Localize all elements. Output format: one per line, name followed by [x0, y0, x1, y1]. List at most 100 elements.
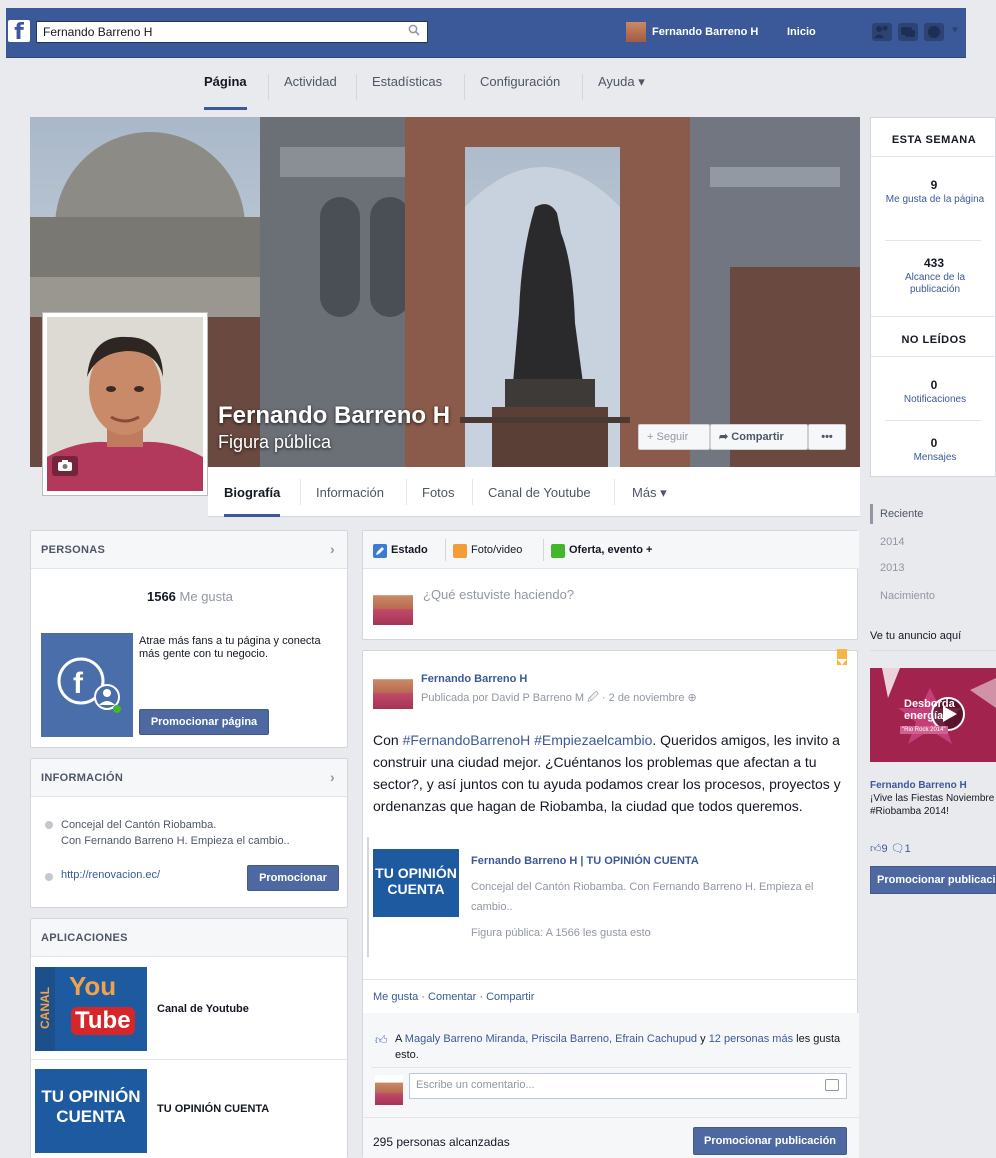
share-button[interactable]: ➦ Compartir: [710, 424, 808, 450]
more-options-button[interactable]: •••: [808, 424, 846, 450]
year-2013[interactable]: 2013: [880, 562, 904, 574]
home-link[interactable]: Inicio: [787, 26, 816, 38]
page-title: Fernando Barreno H: [218, 402, 451, 429]
likers-prefix: A: [395, 1033, 402, 1045]
shared-thumb-text: CUENTA: [387, 881, 445, 897]
chevron-right-icon[interactable]: ›: [330, 541, 335, 557]
year-selector-indicator: [870, 504, 873, 524]
year-reciente[interactable]: Reciente: [880, 508, 923, 520]
promote-page-text: Atrae más fans a tu página y conecta más…: [139, 635, 321, 660]
ad-image[interactable]: Desborda energía "Rio Rock 2014": [870, 668, 996, 762]
divider: [871, 356, 996, 357]
tab-ayuda[interactable]: Ayuda ▾: [598, 74, 645, 110]
thumbs-up-icon: 👍︎: [870, 843, 882, 855]
tab-mas[interactable]: Más ▾: [632, 485, 667, 517]
search-icon[interactable]: [408, 24, 422, 38]
ad-preview-heading: Ve tu anuncio aquí: [870, 630, 962, 642]
share-action[interactable]: Compartir: [486, 991, 534, 1003]
tab-configuracion[interactable]: Configuración: [480, 74, 560, 110]
promote-page-button[interactable]: Promocionar página: [139, 709, 269, 735]
tab-estadisticas[interactable]: Estadísticas: [372, 74, 442, 110]
composer-input[interactable]: ¿Qué estuviste haciendo?: [423, 587, 574, 602]
post-publisher: Publicada por David P Barreno M: [421, 692, 585, 704]
post-author-avatar[interactable]: [373, 669, 413, 709]
shared-link-thumbnail[interactable]: TU OPINIÓN CUENTA: [373, 849, 459, 917]
tab-informacion[interactable]: Información: [316, 485, 384, 517]
share-arrow-icon: ➦: [719, 431, 732, 443]
divider: [871, 156, 996, 157]
composer-tab-status[interactable]: Estado: [391, 544, 428, 556]
messages-icon[interactable]: [898, 23, 918, 41]
promote-post-button[interactable]: Promocionar publicación: [693, 1127, 847, 1155]
year-nacimiento[interactable]: Nacimiento: [880, 590, 935, 602]
tab-canal-youtube[interactable]: Canal de Youtube: [488, 485, 591, 517]
likers-more-link[interactable]: 12 personas más: [709, 1033, 793, 1045]
shared-thumb-text: TU OPINIÓN: [375, 865, 457, 881]
info-heading[interactable]: INFORMACIÓN ›: [31, 759, 347, 797]
post: Fernando Barreno H Publicada por David P…: [362, 649, 859, 1158]
app-label-youtube[interactable]: Canal de Youtube: [157, 1003, 249, 1015]
comment-icon: 🗨︎: [890, 843, 905, 855]
app-thumb-opinion[interactable]: TU OPINIÓN CUENTA: [35, 1069, 147, 1153]
post-meta: Publicada por David P Barreno M 🖉︎ · 2 d…: [421, 689, 697, 708]
search-input[interactable]: Fernando Barreno H: [36, 21, 428, 43]
facebook-logo-icon[interactable]: f: [8, 20, 30, 42]
comment-action[interactable]: Comentar: [428, 991, 476, 1003]
comment-input[interactable]: Escribe un comentario...: [409, 1073, 847, 1099]
ad-image-text: Desborda energía: [904, 698, 955, 722]
share-label: Compartir: [731, 431, 784, 443]
post-author-name[interactable]: Fernando Barreno H: [421, 673, 527, 685]
info-bullet-icon: [45, 821, 53, 829]
messages-link[interactable]: Mensajes: [885, 452, 985, 464]
app-label-opinion[interactable]: TU OPINIÓN CUENTA: [157, 1103, 269, 1115]
top-profile-link[interactable]: Fernando Barreno H: [652, 26, 758, 38]
people-heading[interactable]: PERSONAS ›: [31, 531, 347, 569]
post-hashtags[interactable]: #FernandoBarrenoH #Empiezaelcambio: [403, 732, 653, 748]
apps-heading-text: APLICACIONES: [41, 932, 128, 944]
post-text: Con #FernandoBarrenoH #Empiezaelcambio. …: [373, 729, 849, 817]
friend-requests-icon[interactable]: [872, 23, 892, 41]
app-thumb-side-text: CANAL: [38, 987, 52, 1029]
top-avatar[interactable]: [626, 22, 646, 42]
shared-link-description: Concejal del Cantón Riobamba. Con Fernan…: [471, 881, 814, 913]
notifications-globe-icon[interactable]: [924, 23, 944, 41]
ad-page-name[interactable]: Fernando Barreno H: [870, 780, 967, 791]
likers-names[interactable]: Magaly Barreno Miranda, Priscila Barreno…: [405, 1033, 697, 1045]
app-thumb-youtube[interactable]: CANAL You Tube: [35, 967, 147, 1051]
promote-website-button[interactable]: Promocionar: [247, 865, 339, 891]
likers-summary: A Magaly Barreno Miranda, Priscila Barre…: [395, 1031, 851, 1063]
tab-pagina[interactable]: Página: [204, 74, 247, 110]
reach-link[interactable]: Alcance de la publicación: [885, 272, 985, 296]
chevron-right-icon[interactable]: ›: [330, 769, 335, 785]
follow-button[interactable]: + Seguir: [638, 424, 710, 450]
camera-icon[interactable]: [52, 456, 78, 476]
tab-divider: [614, 479, 615, 505]
camera-icon[interactable]: [825, 1079, 839, 1091]
like-action[interactable]: Me gusta: [373, 991, 418, 1003]
composer-tab-photo[interactable]: Foto/video: [471, 544, 522, 556]
promote-post-button-side[interactable]: Promocionar publicación: [870, 866, 996, 894]
shared-link-title[interactable]: Fernando Barreno H | TU OPINIÓN CUENTA: [471, 855, 699, 867]
notifications-count: 0: [930, 378, 938, 392]
notifications-link[interactable]: Notificaciones: [885, 394, 985, 406]
tab-fotos[interactable]: Fotos: [422, 485, 455, 517]
ad-engagement: 👍︎9 🗨︎1: [870, 842, 911, 855]
app-thumb-text: CUENTA: [56, 1107, 126, 1126]
admin-tabs: Página Actividad Estadísticas Configurac…: [0, 60, 996, 110]
tab-actividad[interactable]: Actividad: [284, 74, 337, 110]
bookmark-icon[interactable]: [837, 649, 847, 665]
year-2014[interactable]: 2014: [880, 536, 904, 548]
website-link[interactable]: http://renovacion.ec/: [61, 869, 160, 881]
post-text-prefix: Con: [373, 732, 399, 748]
tab-biografia[interactable]: Biografía: [224, 485, 281, 517]
post-date[interactable]: · 2 de noviembre: [602, 692, 685, 704]
composer-tab-offer[interactable]: Oferta, evento +: [569, 544, 652, 556]
unread-heading: NO LEÍDOS: [901, 334, 967, 346]
likers-conjunction: y: [700, 1033, 706, 1045]
weekly-likes-link[interactable]: Me gusta de la página: [885, 194, 985, 206]
likes-summary: 1566 Me gusta: [31, 589, 349, 604]
info-box: INFORMACIÓN › Concejal del Cantón Riobam…: [30, 758, 348, 908]
shared-link-meta: Figura pública: A 1566 les gusta esto: [471, 927, 651, 939]
account-menu-icon[interactable]: ▼: [950, 25, 960, 36]
follow-label: Seguir: [656, 431, 689, 443]
